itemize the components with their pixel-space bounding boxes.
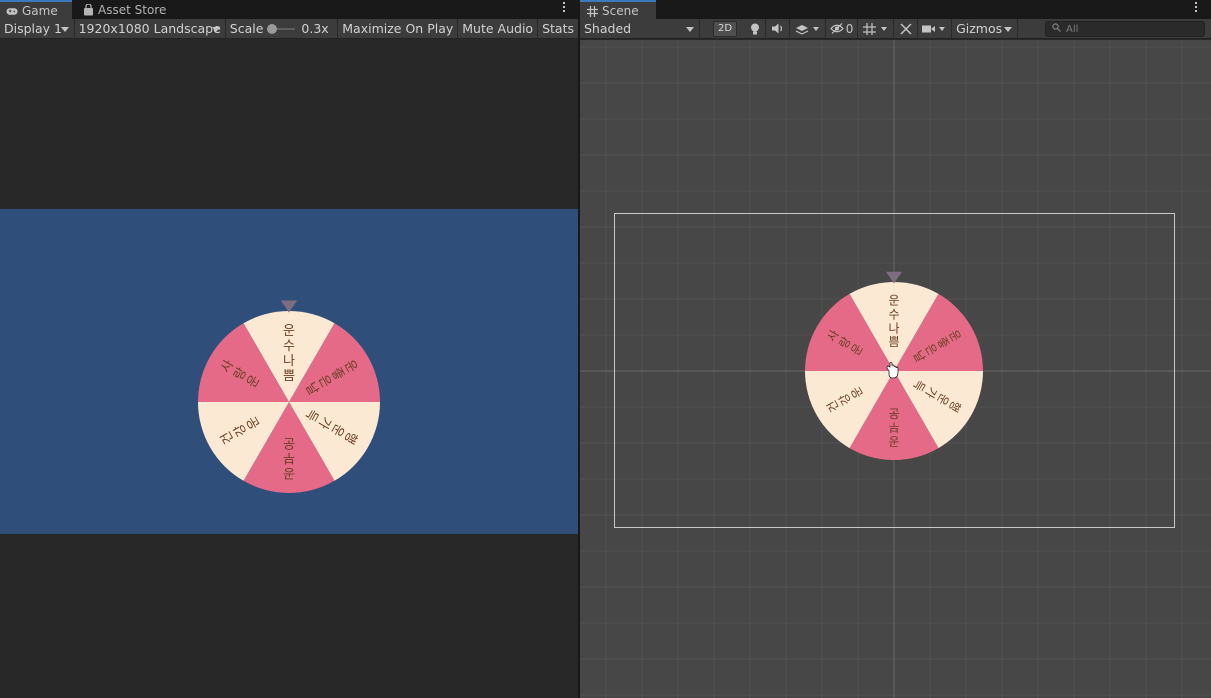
tab-asset-store[interactable]: Asset Store <box>76 0 176 20</box>
game-canvas: 운 수 나 쁨 운좋은날 행운가득 공부운 건강운 사랑운 <box>0 209 578 534</box>
draw-mode-dropdown[interactable]: Shaded <box>580 19 700 38</box>
audio-icon[interactable] <box>766 19 791 38</box>
scene-canvas: 운 수 나 쁨 운좋은날행운가득공부운건강운사랑운 <box>580 40 1211 698</box>
resolution-dropdown[interactable]: 1920x1080 Landscape <box>75 19 226 38</box>
tools-icon[interactable] <box>894 19 919 38</box>
scene-menu-icon[interactable] <box>1195 2 1199 12</box>
resolution-label: 1920x1080 Landscape <box>78 21 221 36</box>
hidden-count: 0 <box>845 21 854 36</box>
game-window: Game Asset Store Display 1 1920x1080 Lan… <box>0 0 578 698</box>
roulette-wheel: 운 수 나 쁨운좋은날행운가득공부운건강운사랑운 <box>198 300 380 493</box>
search-icon <box>1052 23 1062 35</box>
game-toolbar: Display 1 1920x1080 Landscape Scale 0.3x… <box>0 19 578 39</box>
scale-slider[interactable] <box>267 23 296 34</box>
wheel-segment-label: 운수나쁨 <box>283 324 295 384</box>
wheel-segment-label: 운수나쁨 <box>888 294 899 349</box>
scene-view[interactable]: 운 수 나 쁨 운좋은날 행운가득 공부운 건강운 사랑운 <box>580 40 1211 698</box>
gizmos-label: Gizmos <box>956 21 1003 36</box>
stats-toggle[interactable]: Stats <box>538 19 578 38</box>
draw-mode-label: Shaded <box>584 21 632 36</box>
grid-icon[interactable] <box>858 19 895 38</box>
display-dropdown[interactable]: Display 1 <box>0 19 75 38</box>
wheel-pointer <box>280 300 298 313</box>
game-view[interactable]: 운 수 나 쁨 운좋은날 행운가득 공부운 건강운 사랑운 <box>0 40 578 698</box>
wheel-segment-label: 공부운 <box>888 407 899 449</box>
chevron-down-icon <box>686 26 694 32</box>
maximize-on-play-toggle[interactable]: Maximize On Play <box>338 19 459 38</box>
2d-label: 2D <box>713 20 738 37</box>
wheel-segment-label: 공부운 <box>283 435 295 480</box>
scale-value: 0.3x <box>301 21 329 36</box>
light-icon[interactable] <box>744 19 767 38</box>
game-tabbar: Game Asset Store <box>0 0 578 20</box>
stats-label: Stats <box>542 21 574 36</box>
tab-game[interactable]: Game <box>0 0 72 20</box>
camera-icon[interactable] <box>918 19 953 38</box>
search-placeholder: All <box>1066 23 1079 35</box>
display-label: Display 1 <box>4 21 63 36</box>
scene-tabbar: Scene <box>580 0 1211 20</box>
chevron-down-icon <box>60 26 69 32</box>
bag-icon <box>82 4 94 16</box>
mute-audio-toggle[interactable]: Mute Audio <box>458 19 539 38</box>
scene-search-input[interactable]: All <box>1045 21 1205 37</box>
tab-scene-label: Scene <box>602 4 639 18</box>
mute-label: Mute Audio <box>462 21 534 36</box>
scale-label: Scale <box>229 21 264 36</box>
game-menu-icon[interactable] <box>563 2 567 12</box>
chevron-down-icon <box>1004 26 1013 32</box>
maximize-label: Maximize On Play <box>342 21 454 36</box>
chevron-down-icon <box>211 26 220 32</box>
scene-toolbar: Shaded 2D 0 Gizmos All <box>580 19 1211 39</box>
scale-control: Scale 0.3x <box>226 19 339 38</box>
gizmos-dropdown[interactable]: Gizmos <box>952 19 1019 38</box>
2d-toggle[interactable]: 2D <box>706 19 744 38</box>
tab-asset-store-label: Asset Store <box>98 3 167 17</box>
wheel-group: 운수나쁨운좋은날행운가득공부운건강운사랑운 <box>198 300 380 493</box>
hash-grid-icon <box>586 5 598 17</box>
scene-window: Scene Shaded 2D 0 Gizmos All 운 수 나 쁨 운좋은… <box>580 0 1211 698</box>
wheel-pointer <box>885 271 903 284</box>
gamepad-icon <box>6 5 18 17</box>
scale-slider-knob[interactable] <box>267 23 278 34</box>
tab-game-label: Game <box>22 4 58 18</box>
visibility-icon[interactable]: 0 <box>826 19 859 38</box>
effects-icon[interactable] <box>790 19 827 38</box>
tab-scene[interactable]: Scene <box>580 0 656 20</box>
